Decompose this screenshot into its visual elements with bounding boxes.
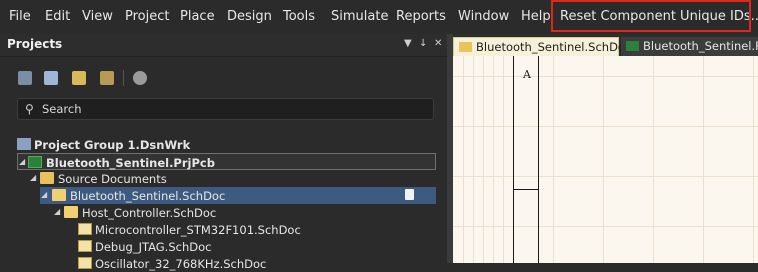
grid-line [753, 56, 754, 263]
schematic-folder-icon [52, 189, 66, 201]
menu-help[interactable]: Help [521, 9, 551, 24]
tree-item-label: Bluetooth_Sentinel.PrjPcb [46, 156, 215, 170]
grid-line [483, 56, 484, 263]
panel-title: Projects [7, 37, 63, 51]
pcb-icon [626, 41, 639, 51]
toolbar-divider [123, 70, 124, 86]
grid-line [453, 226, 758, 227]
menu-place[interactable]: Place [180, 9, 215, 24]
sheet-border-inner [538, 56, 539, 263]
tab-label: Bluetooth_Sentinel.Pc [643, 39, 758, 53]
folder-icon [40, 172, 54, 184]
zone-divider [513, 189, 538, 190]
sheet-border-outer [513, 56, 514, 263]
menu-simulate[interactable]: Simulate [331, 9, 388, 24]
open-folder-icon[interactable] [72, 71, 86, 85]
menu-project[interactable]: Project [125, 9, 169, 24]
save-icon[interactable] [18, 71, 32, 85]
tree-item-source-documents[interactable]: ◢ Source Documents [0, 170, 447, 187]
highlight-box [551, 0, 751, 32]
pcb-project-icon [28, 156, 42, 168]
grid-line [553, 56, 554, 263]
zone-letter: A [523, 68, 531, 81]
tab-bluetooth-sentinel-schdoc[interactable]: Bluetooth_Sentinel.SchDoc [453, 37, 631, 56]
expand-toggle-icon[interactable]: ◢ [19, 157, 25, 166]
schematic-icon [78, 257, 92, 269]
panel-menu-icon[interactable]: ▼ [404, 38, 412, 49]
tab-label: Bluetooth_Sentinel.SchDoc [476, 40, 632, 54]
grid-line [703, 56, 704, 263]
search-placeholder: Search [42, 102, 82, 116]
search-icon: ⚲ [25, 102, 34, 116]
tree-item-label: Debug_JTAG.SchDoc [95, 240, 212, 254]
tree-item-label: Host_Controller.SchDoc [82, 206, 217, 220]
schematic-icon [78, 223, 92, 235]
schematic-folder-icon [64, 206, 78, 218]
projects-panel: Projects ▼ ↓ ✕ ⚲ Search Project Group 1.… [0, 34, 447, 271]
expand-toggle-icon[interactable]: ◢ [30, 173, 36, 182]
copy-icon[interactable] [44, 71, 58, 85]
document-icon [405, 189, 414, 200]
menu-window[interactable]: Window [458, 9, 509, 24]
grid-line [503, 56, 504, 263]
grid-line [453, 76, 758, 77]
panel-toolbar [0, 58, 447, 96]
tree-item-label: Source Documents [58, 172, 167, 186]
tree-item-oscillator[interactable]: Oscillator_32_768KHz.SchDoc [0, 255, 447, 272]
tree-item-debug-jtag[interactable]: Debug_JTAG.SchDoc [0, 238, 447, 255]
search-input[interactable]: ⚲ Search [17, 98, 434, 120]
document-tab-bar: Bluetooth_Sentinel.SchDoc Bluetooth_Sent… [453, 34, 758, 56]
panel-header: Projects ▼ ↓ ✕ [0, 34, 447, 57]
menu-edit[interactable]: Edit [45, 9, 70, 24]
grid-line [473, 56, 474, 263]
tree-item-pcb-project[interactable]: ◢ Bluetooth_Sentinel.PrjPcb [17, 153, 436, 170]
grid-line [453, 176, 758, 177]
grid-line [653, 56, 654, 263]
pin-icon[interactable]: ↓ [419, 38, 427, 49]
workspace-icon [17, 138, 31, 150]
tree-item-microcontroller[interactable]: Microcontroller_STM32F101.SchDoc [0, 221, 447, 238]
tree-item-label: Bluetooth_Sentinel.SchDoc [70, 189, 226, 203]
tree-item-host-controller[interactable]: ◢ Host_Controller.SchDoc [0, 204, 447, 221]
schematic-icon [78, 240, 92, 252]
tab-bluetooth-sentinel-pcb[interactable]: Bluetooth_Sentinel.Pc [621, 37, 758, 56]
menu-bar: File Edit View Project Place Design Tool… [0, 0, 758, 34]
menu-tools[interactable]: Tools [283, 9, 315, 24]
gear-icon[interactable] [133, 71, 147, 85]
tree-item-label: Project Group 1.DsnWrk [34, 138, 191, 152]
grid-line [603, 56, 604, 263]
menu-view[interactable]: View [82, 9, 113, 24]
menu-design[interactable]: Design [227, 9, 272, 24]
grid-line [463, 56, 464, 263]
tree-item-label: Microcontroller_STM32F101.SchDoc [95, 223, 301, 237]
folder-settings-icon[interactable] [100, 71, 114, 85]
tree-item-label: Oscillator_32_768KHz.SchDoc [95, 257, 267, 271]
menu-file[interactable]: File [9, 9, 31, 24]
tree-item-bluetooth-sentinel-schdoc[interactable]: ◢ Bluetooth_Sentinel.SchDoc [40, 187, 436, 204]
close-icon[interactable]: ✕ [434, 38, 442, 49]
schematic-icon [459, 42, 472, 52]
schematic-sheet[interactable]: A [453, 56, 758, 263]
grid-line [493, 56, 494, 263]
grid-line [453, 126, 758, 127]
tree-item-project-group[interactable]: Project Group 1.DsnWrk [0, 136, 447, 153]
expand-toggle-icon[interactable]: ◢ [54, 207, 60, 216]
menu-reports[interactable]: Reports [396, 9, 446, 24]
expand-toggle-icon[interactable]: ◢ [41, 190, 47, 199]
